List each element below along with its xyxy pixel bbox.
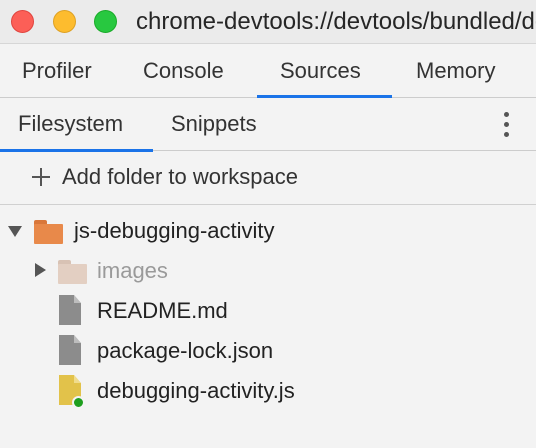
file-icon bbox=[59, 335, 81, 365]
file-icon bbox=[59, 295, 81, 325]
zoom-window-button[interactable] bbox=[94, 10, 117, 33]
tree-item-label: README.md bbox=[97, 298, 228, 323]
mapped-status-dot-icon bbox=[72, 396, 85, 409]
tree-item-root-folder[interactable]: js-debugging-activity bbox=[0, 210, 536, 250]
window-title: chrome-devtools://devtools/bundled/devto… bbox=[136, 8, 536, 35]
tree-item-file[interactable]: debugging-activity.js bbox=[0, 370, 536, 410]
folder-icon bbox=[58, 260, 87, 284]
tree-item-label: debugging-activity.js bbox=[97, 378, 295, 403]
add-folder-button[interactable]: Add folder to workspace bbox=[0, 152, 536, 205]
tree-item-file[interactable]: package-lock.json bbox=[0, 330, 536, 370]
plus-icon bbox=[30, 166, 52, 188]
tree-item-folder[interactable]: images bbox=[0, 250, 536, 290]
tree-item-label: images bbox=[97, 258, 168, 283]
tree-item-label: js-debugging-activity bbox=[74, 218, 275, 243]
tab-filesystem[interactable]: Filesystem bbox=[18, 99, 123, 151]
tab-snippets[interactable]: Snippets bbox=[171, 99, 257, 151]
expanded-triangle-icon[interactable] bbox=[8, 226, 22, 237]
add-folder-label: Add folder to workspace bbox=[62, 164, 299, 189]
filesystem-tree: js-debugging-activity images README.md p… bbox=[0, 206, 536, 448]
tree-item-file[interactable]: README.md bbox=[0, 290, 536, 330]
title-bar: chrome-devtools://devtools/bundled/devto… bbox=[0, 0, 536, 44]
minimize-window-button[interactable] bbox=[53, 10, 76, 33]
more-options-icon[interactable] bbox=[497, 112, 517, 140]
tab-memory[interactable]: Memory bbox=[416, 45, 495, 98]
tab-sources[interactable]: Sources bbox=[280, 45, 361, 98]
navigator-tab-strip: Filesystem Snippets bbox=[0, 99, 536, 151]
folder-icon bbox=[34, 220, 63, 244]
close-window-button[interactable] bbox=[11, 10, 34, 33]
tab-profiler[interactable]: Profiler bbox=[22, 45, 92, 98]
tab-console[interactable]: Console bbox=[143, 45, 224, 98]
panel-tab-strip: Profiler Console Sources Memory bbox=[0, 45, 536, 98]
tree-item-label: package-lock.json bbox=[97, 338, 274, 363]
collapsed-triangle-icon[interactable] bbox=[35, 263, 46, 277]
selected-tab-indicator bbox=[257, 95, 392, 98]
